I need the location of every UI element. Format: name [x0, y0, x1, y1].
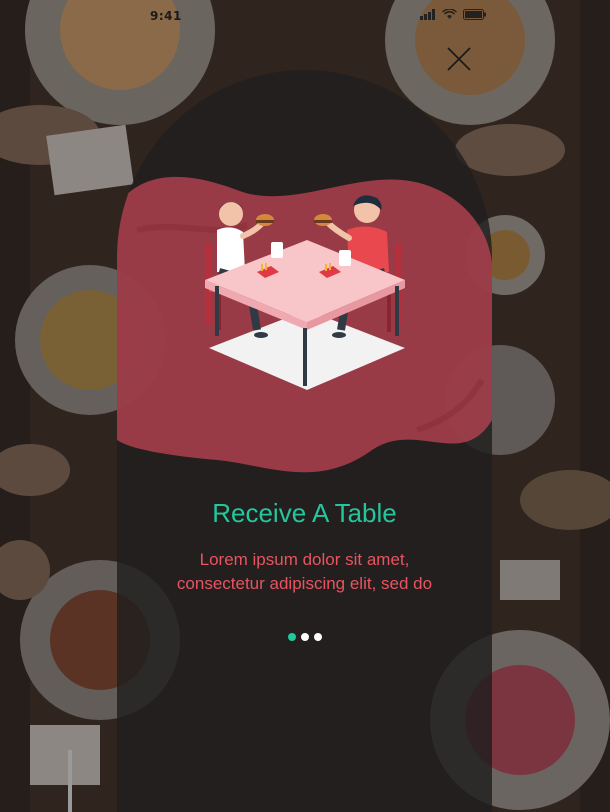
close-button[interactable] [444, 44, 474, 74]
status-icons [420, 9, 487, 20]
onboarding-card: Receive A Table Lorem ipsum dolor sit am… [117, 70, 492, 812]
description-line-2: consectetur adipiscing elit, sed do [176, 574, 433, 593]
onboarding-title: Receive A Table [212, 498, 397, 528]
onboarding-description: Lorem ipsum dolor sit amet, consectetur … [147, 548, 462, 596]
battery-icon [463, 9, 486, 20]
wifi-icon [442, 9, 457, 19]
dining-illustration [205, 195, 405, 390]
page-dot-3[interactable] [313, 633, 322, 641]
signal-icon [420, 9, 435, 20]
page-dot-2[interactable] [300, 633, 309, 641]
close-icon [447, 47, 471, 71]
status-time: 9:41 [150, 9, 182, 23]
description-line-1: Lorem ipsum dolor sit amet, [199, 550, 410, 569]
status-bar: 9:41 [0, 0, 610, 36]
page-indicator [117, 633, 492, 641]
page-dot-1[interactable] [287, 633, 296, 641]
